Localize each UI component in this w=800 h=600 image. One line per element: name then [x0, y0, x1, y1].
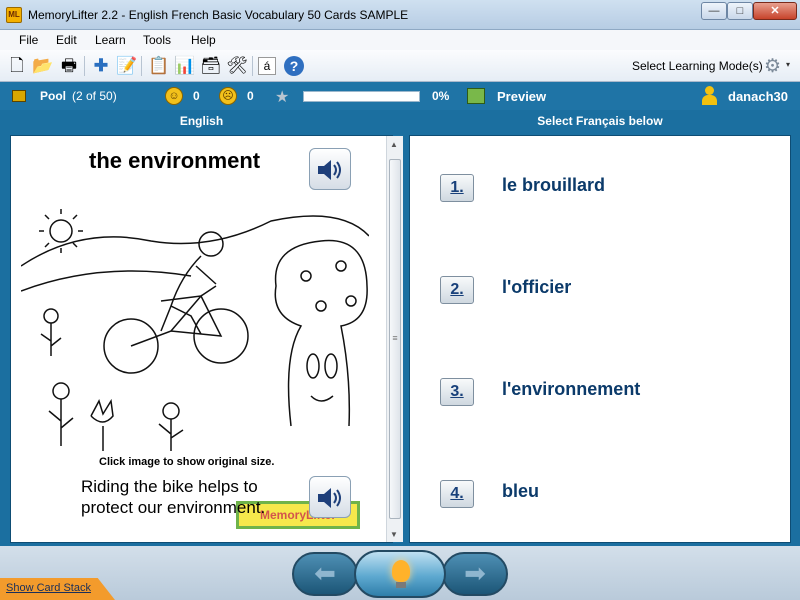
- minimize-button[interactable]: —: [701, 2, 727, 20]
- menu-learn[interactable]: Learn: [95, 33, 126, 47]
- add-card-icon[interactable]: ✚: [90, 55, 112, 77]
- title-bar: ML MemoryLifter 2.2 - English French Bas…: [0, 0, 800, 30]
- hint-button[interactable]: [354, 550, 446, 598]
- presentation-icon[interactable]: 📋: [148, 55, 170, 77]
- username: danach30: [728, 89, 788, 104]
- learning-mode-label[interactable]: Select Learning Mode(s): [632, 59, 763, 73]
- new-document-icon[interactable]: 🗋: [6, 55, 28, 77]
- close-button[interactable]: ✕: [753, 2, 797, 20]
- smiley-sad-icon: ☹: [219, 87, 237, 105]
- choice-1-text[interactable]: le brouillard: [502, 175, 605, 196]
- menu-edit[interactable]: Edit: [56, 33, 77, 47]
- answer-panel: 1. le brouillard 2. l'officier 3. l'envi…: [409, 135, 791, 543]
- correct-count: 0: [193, 89, 200, 103]
- question-word: the environment: [89, 148, 261, 173]
- chevron-down-icon[interactable]: ▾: [786, 60, 790, 69]
- toolbar: 🗋 📂 🖶 ✚ 📝 📋 📊 🗃 🛠 á ? Select Learning Mo…: [0, 50, 800, 82]
- choice-3-text[interactable]: l'environnement: [502, 379, 640, 400]
- scroll-thumb[interactable]: ≡: [389, 159, 401, 519]
- question-card: the environment Click image to show orig…: [10, 135, 403, 543]
- maximize-button[interactable]: □: [727, 2, 753, 20]
- choice-1-button[interactable]: 1.: [440, 174, 474, 202]
- user-icon: [701, 86, 717, 106]
- word-audio-button[interactable]: [309, 148, 351, 190]
- window-title: MemoryLifter 2.2 - English French Basic …: [28, 8, 409, 22]
- menu-tools[interactable]: Tools: [143, 33, 171, 47]
- choice-2-button[interactable]: 2.: [440, 276, 474, 304]
- choice-2-text[interactable]: l'officier: [502, 277, 571, 298]
- print-icon[interactable]: 🖶: [58, 55, 80, 77]
- pool-label: Pool: [40, 89, 66, 103]
- vertical-scrollbar[interactable]: ▲ ≡ ▼: [386, 136, 403, 542]
- settings-tools-icon[interactable]: 🛠: [226, 55, 248, 77]
- preview-label[interactable]: Preview: [497, 89, 546, 104]
- star-icon: ★: [275, 89, 290, 106]
- edit-card-icon[interactable]: 📝: [116, 55, 138, 77]
- menu-bar: File Edit Learn Tools Help: [0, 30, 800, 50]
- answer-column-header: Select Français below: [537, 114, 663, 128]
- scroll-down-arrow[interactable]: ▼: [390, 530, 398, 539]
- help-icon[interactable]: ?: [284, 56, 304, 76]
- app-icon: ML: [6, 7, 22, 23]
- lightbulb-base: [396, 582, 406, 588]
- menu-file[interactable]: File: [19, 33, 38, 47]
- show-card-stack-link[interactable]: Show Card Stack: [0, 578, 115, 600]
- scroll-grip-icon: ≡: [392, 333, 398, 343]
- lightbulb-icon: [392, 560, 410, 582]
- choice-4-text[interactable]: bleu: [502, 481, 539, 502]
- card-picture[interactable]: [21, 206, 369, 456]
- status-bar: Pool (2 of 50) ☺ 0 ☹ 0 ★ 0% Preview dana…: [0, 82, 800, 110]
- progress-bar: [303, 91, 420, 102]
- toolbar-separator: [252, 56, 253, 76]
- choice-4-button[interactable]: 4.: [440, 480, 474, 508]
- card-box-icon[interactable]: 🗃: [200, 55, 222, 77]
- progress-percent: 0%: [432, 89, 450, 103]
- previous-arrow-button[interactable]: ⬅: [292, 552, 358, 596]
- menu-help[interactable]: Help: [191, 33, 216, 47]
- sentence-audio-button[interactable]: [309, 476, 351, 518]
- next-arrow-button[interactable]: ➡: [442, 552, 508, 596]
- wrong-count: 0: [247, 89, 254, 103]
- question-column-header: English: [179, 114, 224, 128]
- speaker-icon: [318, 488, 341, 508]
- smiley-happy-icon: ☺: [165, 87, 183, 105]
- open-folder-icon[interactable]: 📂: [32, 55, 54, 77]
- special-character-icon[interactable]: á: [258, 57, 276, 75]
- gear-icon[interactable]: ⚙: [764, 55, 781, 78]
- statistics-icon[interactable]: 📊: [174, 55, 196, 77]
- bottom-bar: ⬅ ➡: [0, 546, 800, 600]
- scroll-up-arrow[interactable]: ▲: [390, 140, 398, 149]
- example-sentence: Riding the bike helps to protect our env…: [81, 477, 266, 517]
- preview-icon[interactable]: [467, 88, 485, 104]
- toolbar-separator: [141, 56, 142, 76]
- toolbar-separator: [84, 56, 85, 76]
- speaker-icon: [318, 160, 341, 180]
- pool-count: (2 of 50): [72, 89, 117, 103]
- choice-3-button[interactable]: 3.: [440, 378, 474, 406]
- image-caption[interactable]: Click image to show original size.: [99, 456, 274, 468]
- pool-icon: [12, 90, 26, 102]
